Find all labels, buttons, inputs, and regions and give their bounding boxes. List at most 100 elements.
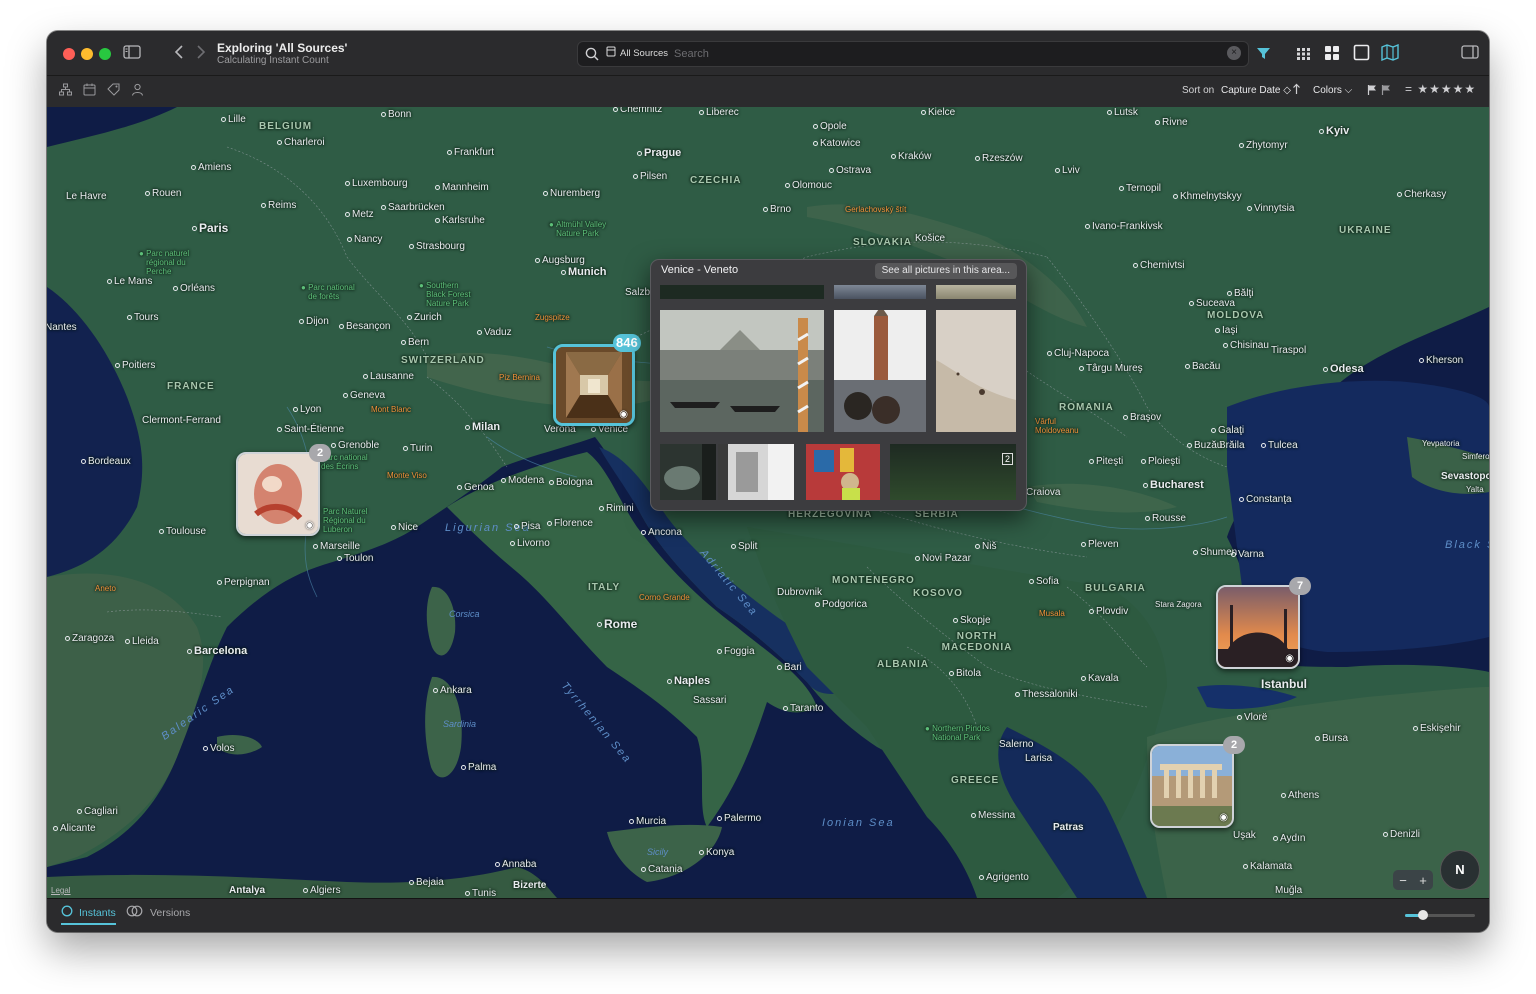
poi-label: Mont Blanc [371,405,412,414]
back-chevron-icon[interactable] [173,44,185,60]
photo-cluster-marseille[interactable]: ◉ [236,452,320,536]
city-label: Košice [915,233,946,244]
city-label: Amiens [191,162,231,173]
country-label: SWITZERLAND [401,355,485,366]
city-label: Novi Pazar [915,553,971,564]
eye-icon[interactable]: ◉ [1219,812,1228,823]
city-label: Geneva [343,390,385,401]
rating-filter[interactable]: = ★★★★★ [1405,82,1476,96]
city-label: Suceava [1189,298,1235,309]
zoom-in-button[interactable]: + [1419,873,1427,888]
clear-search-icon[interactable]: × [1227,46,1241,60]
sidebar-toggle-icon[interactable] [123,45,141,59]
filter-icon[interactable] [1255,45,1271,61]
colors-dropdown[interactable]: Colors ⌵ [1313,85,1352,96]
slider-knob[interactable] [1417,910,1428,920]
city-label: Lviv [1055,165,1080,176]
city-label: Rimini [599,503,634,514]
tab-instants[interactable]: Instants [61,905,116,925]
city-label: Lausanne [363,371,414,382]
city-label: Barcelona [187,645,247,657]
calendar-icon[interactable] [83,83,96,99]
cluster-count-badge: 7 [1289,577,1311,595]
city-label: Khmelnytskyy [1173,191,1242,202]
photo-thumbnail[interactable] [660,310,824,432]
dense-grid-view-icon[interactable] [1295,45,1311,61]
photo-thumbnail[interactable] [718,444,794,500]
city-label: Lyon [293,404,321,415]
tag-icon[interactable] [107,83,120,99]
inspector-toggle-icon[interactable] [1461,45,1479,59]
park-label: ● Northern Pindos National Park [925,724,990,742]
search-field[interactable]: All Sources × [577,41,1249,67]
city-label: Charleroi [277,137,325,148]
city-label: Rzeszów [975,153,1023,164]
photo-thumbnail[interactable] [834,310,926,432]
poi-label: Corno Grande [639,593,690,602]
photo-thumbnail[interactable] [936,310,1016,432]
city-label: Zurich [407,312,442,323]
city-label: Nancy [347,234,382,245]
photo-thumbnail[interactable] [660,285,824,299]
minimize-window-button[interactable] [81,48,93,60]
city-label: Cluj-Napoca [1047,348,1109,359]
city-label: Murcia [629,816,666,827]
see-all-pictures-button[interactable]: See all pictures in this area... [874,263,1017,279]
photo-thumbnail[interactable] [806,444,880,500]
city-label: Constanţa [1239,494,1292,505]
sort-direction-icon[interactable] [1292,83,1301,98]
map-view-icon[interactable] [1381,44,1399,61]
city-label: Bizerte [513,880,547,891]
photo-cluster-istanbul[interactable]: ◉ [1216,585,1300,669]
single-view-icon[interactable] [1353,44,1370,61]
poi-label: Piz Bernina [499,373,540,382]
city-label: Aydın [1273,833,1305,844]
person-icon[interactable] [131,83,144,99]
city-label: Bari [777,662,802,673]
city-label: Toulon [337,553,373,564]
sea-label: Ionian Sea [822,817,895,829]
search-source-token[interactable]: All Sources [606,46,668,60]
forward-chevron-icon[interactable] [195,44,207,60]
compass-button[interactable]: N [1440,850,1480,890]
eye-icon[interactable]: ◉ [1285,653,1294,664]
city-label: Genoa [457,482,494,493]
country-label: BELGIUM [259,121,313,132]
city-label: Cagliari [77,806,118,817]
city-label: Tiraspol [1271,345,1307,356]
pick-flag-icon[interactable] [1367,84,1377,98]
sort-field-dropdown[interactable]: Capture Date ◇ [1221,85,1291,96]
map-view[interactable]: Ligurian Sea Adriatic Sea Tyrrhenian Sea… [47,107,1489,898]
photo-thumbnail[interactable] [834,285,926,299]
zoom-out-button[interactable]: − [1399,873,1407,888]
photo-cluster-venice[interactable]: ◉ [553,344,635,426]
search-input[interactable] [672,44,1216,64]
photo-thumbnail[interactable]: 2 [890,444,1016,500]
eye-icon[interactable]: ◉ [619,409,628,420]
zoom-window-button[interactable] [99,48,111,60]
photo-thumbnail[interactable] [660,444,716,500]
city-label: Bordeaux [81,456,131,467]
photo-thumbnail[interactable] [936,285,1016,299]
city-label: Sofia [1029,576,1059,587]
city-label: Bacău [1185,361,1220,372]
city-label: Eskişehir [1413,723,1461,734]
hierarchy-icon[interactable] [59,83,72,99]
city-label: Yalta [1466,485,1484,494]
city-label: Rome [597,617,637,631]
map-legal-link[interactable]: Legal [51,886,71,895]
city-label: Kalamata [1243,861,1292,872]
grid-view-icon[interactable] [1324,45,1340,61]
city-label: Ostrava [829,165,871,176]
city-label: Saarbrücken [381,202,445,213]
photo-cluster-izmir[interactable]: ◉ [1150,744,1234,828]
eye-icon[interactable]: ◉ [305,520,314,531]
city-label: Muğla [1275,885,1303,896]
city-label: Clermont-Ferrand [142,415,221,426]
close-window-button[interactable] [63,48,75,60]
reject-flag-icon[interactable] [1381,84,1391,98]
country-label: GREECE [951,775,1000,786]
thumbnail-size-slider[interactable] [1405,910,1475,920]
tab-versions[interactable]: Versions [126,905,190,920]
city-label: Messina [971,810,1015,821]
